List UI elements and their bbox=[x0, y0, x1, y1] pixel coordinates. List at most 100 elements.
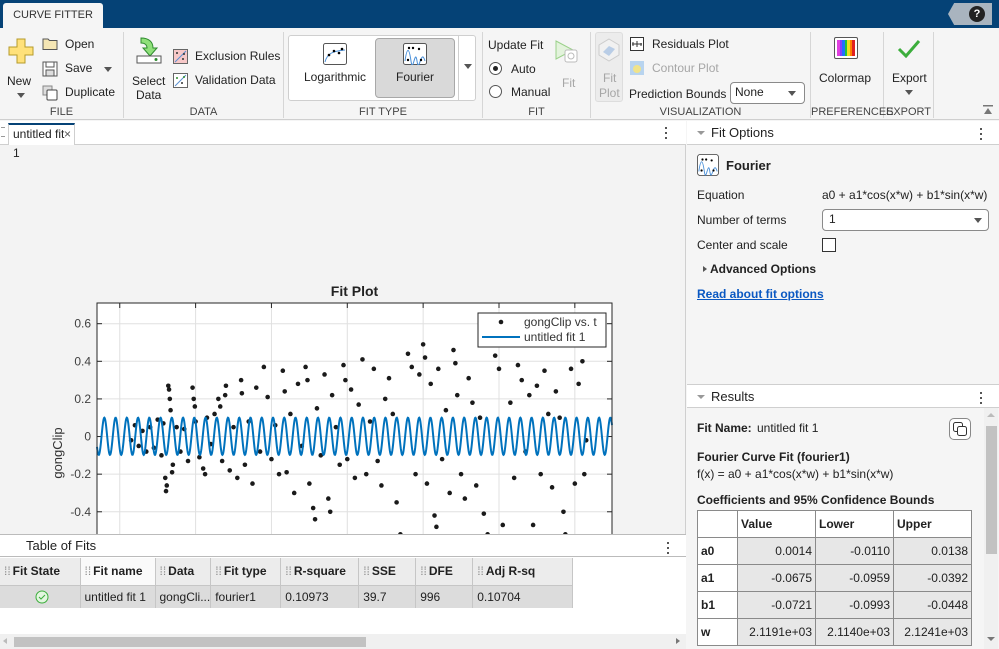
coefficient-row: w 2.1191e+03 2.1140e+03 2.1241e+03 bbox=[697, 618, 972, 646]
scroll-up-icon[interactable] bbox=[987, 413, 995, 417]
data-point bbox=[367, 419, 373, 424]
y-tick-label: 0.6 bbox=[74, 317, 91, 331]
checkmark-icon bbox=[897, 40, 921, 58]
data-point bbox=[280, 368, 286, 374]
tab-curve-fitter[interactable]: CURVE FITTER bbox=[3, 3, 103, 28]
data-point bbox=[363, 471, 369, 477]
new-button[interactable]: New bbox=[4, 36, 36, 102]
column-header-fit-type[interactable]: ⁞⁞ Fit type bbox=[210, 558, 282, 586]
fit-type-logarithmic[interactable]: Logarithmic bbox=[293, 38, 377, 98]
select-data-button[interactable]: Select Data bbox=[130, 34, 166, 104]
data-point bbox=[329, 392, 335, 398]
data-point bbox=[481, 511, 487, 516]
folder-icon bbox=[42, 38, 58, 50]
number-of-terms-label: Number of terms bbox=[697, 213, 787, 227]
data-point bbox=[170, 462, 176, 468]
horizontal-scrollbar[interactable] bbox=[0, 634, 686, 649]
data-point bbox=[557, 415, 562, 421]
prediction-bounds-label: Prediction Bounds bbox=[629, 87, 727, 101]
prediction-bounds-dropdown[interactable]: None bbox=[730, 82, 805, 104]
save-button[interactable]: Save bbox=[42, 60, 122, 78]
scrollbar-thumb[interactable] bbox=[14, 637, 366, 647]
data-point bbox=[432, 513, 437, 518]
auto-radio[interactable]: Auto bbox=[489, 61, 549, 77]
column-header-fit-name[interactable]: ⁞⁞ Fit name bbox=[80, 558, 156, 586]
document-pane: untitled fit 1 × 00.020.040.060.080.10.1… bbox=[0, 121, 686, 649]
fit-state-cell bbox=[0, 585, 81, 608]
duplicate-button[interactable]: Duplicate bbox=[42, 84, 122, 102]
table-of-fits: ⁞⁞ Fit State ⁞⁞ Fit name ⁞⁞ Data ⁞⁞ Fit type… bbox=[0, 558, 574, 608]
fit-name-value: untitled fit 1 bbox=[757, 421, 819, 435]
scroll-down-icon[interactable] bbox=[987, 637, 995, 641]
collapse-toolstrip-button[interactable] bbox=[982, 104, 994, 116]
export-button[interactable]: Export bbox=[886, 34, 932, 102]
data-point bbox=[519, 377, 525, 383]
column-header-data[interactable]: ⁞⁞ Data bbox=[155, 558, 212, 586]
advanced-options-toggle[interactable]: Advanced Options bbox=[701, 262, 831, 278]
more-options-icon[interactable] bbox=[665, 127, 668, 142]
scroll-right-icon[interactable] bbox=[676, 638, 680, 644]
dfe-cell: 996 bbox=[415, 585, 474, 608]
scrollbar-thumb[interactable] bbox=[986, 426, 997, 554]
data-point bbox=[235, 475, 240, 481]
exclusion-rules-button[interactable]: Exclusion Rules bbox=[172, 48, 282, 66]
column-header-fit-state[interactable]: ⁞⁞ Fit State bbox=[0, 558, 81, 586]
open-button[interactable]: Open bbox=[42, 36, 122, 54]
data-point bbox=[496, 366, 502, 372]
fit-section-label: FIT bbox=[528, 106, 545, 118]
center-and-scale-checkbox[interactable] bbox=[822, 238, 836, 252]
data-point bbox=[530, 522, 536, 528]
column-header-dfe[interactable]: ⁞⁞ DFE bbox=[415, 558, 474, 586]
fit-button[interactable]: Fit bbox=[551, 36, 585, 90]
data-point bbox=[447, 490, 452, 496]
data-point bbox=[253, 385, 259, 390]
data-point bbox=[202, 471, 208, 477]
expand-triangle-icon bbox=[703, 266, 707, 272]
help-button[interactable]: ? bbox=[948, 3, 992, 25]
validation-data-button[interactable]: Validation Data bbox=[172, 72, 282, 90]
column-header-sse[interactable]: ⁞⁞ SSE bbox=[358, 558, 417, 586]
column-header-adj-r-sq[interactable]: ⁞⁞ Adj R-sq bbox=[472, 558, 574, 586]
fit-options-header[interactable]: Fit Options bbox=[687, 121, 999, 145]
copy-icon bbox=[953, 422, 967, 436]
fit-plot[interactable]: 00.020.040.060.080.10.120.60.40.20-0.2-0… bbox=[0, 146, 686, 534]
y-tick-label: 0.2 bbox=[74, 392, 91, 406]
equation-value: a0 + a1*cos(x*w) + b1*sin(x*w) bbox=[822, 188, 988, 202]
fit-name-label: Fit Name: bbox=[697, 421, 752, 435]
read-about-fit-options-link[interactable]: Read about fit options bbox=[697, 287, 824, 301]
gallery-expand-button[interactable] bbox=[458, 36, 476, 100]
tab-untitled-fit-1[interactable]: untitled fit 1 × bbox=[8, 123, 75, 160]
close-icon[interactable]: × bbox=[64, 125, 71, 144]
scroll-left-icon[interactable] bbox=[3, 638, 7, 644]
copy-results-button[interactable] bbox=[949, 418, 971, 440]
data-point bbox=[191, 396, 197, 402]
fit-plot-button[interactable]: Fit Plot bbox=[595, 32, 623, 102]
results-header[interactable]: Results bbox=[687, 384, 999, 408]
drag-handle-icon[interactable] bbox=[1, 127, 5, 137]
more-options-icon[interactable] bbox=[980, 128, 983, 143]
table-row[interactable]: untitled fit 1 gongCli... fourier1 0.109… bbox=[0, 585, 574, 608]
more-options-icon[interactable] bbox=[980, 392, 983, 407]
data-point bbox=[534, 383, 540, 389]
data-section-label: DATA bbox=[189, 106, 218, 118]
data-point bbox=[159, 453, 164, 458]
data-point bbox=[379, 483, 384, 488]
results-vertical-scrollbar[interactable] bbox=[984, 408, 998, 649]
column-header-r-square[interactable]: ⁞⁞ R-square bbox=[280, 558, 360, 586]
more-options-icon[interactable] bbox=[667, 542, 670, 557]
collapse-triangle-icon bbox=[697, 395, 705, 399]
y-tick-label: -0.2 bbox=[70, 467, 91, 481]
data-point bbox=[439, 456, 445, 462]
data-point bbox=[386, 375, 392, 381]
collapse-icon bbox=[983, 105, 993, 114]
manual-radio[interactable]: Manual bbox=[489, 84, 559, 100]
chart-title: Fit Plot bbox=[331, 283, 379, 299]
data-point bbox=[344, 456, 350, 462]
data-point bbox=[212, 411, 217, 417]
fit-type-fourier[interactable]: Fourier bbox=[375, 38, 455, 98]
contour-plot-button[interactable]: Contour Plot bbox=[629, 60, 749, 78]
colormap-button[interactable]: Colormap bbox=[815, 34, 879, 88]
residuals-plot-button[interactable]: Residuals Plot bbox=[629, 36, 749, 54]
number-of-terms-dropdown[interactable]: 1 bbox=[822, 209, 989, 231]
data-point bbox=[238, 377, 244, 383]
